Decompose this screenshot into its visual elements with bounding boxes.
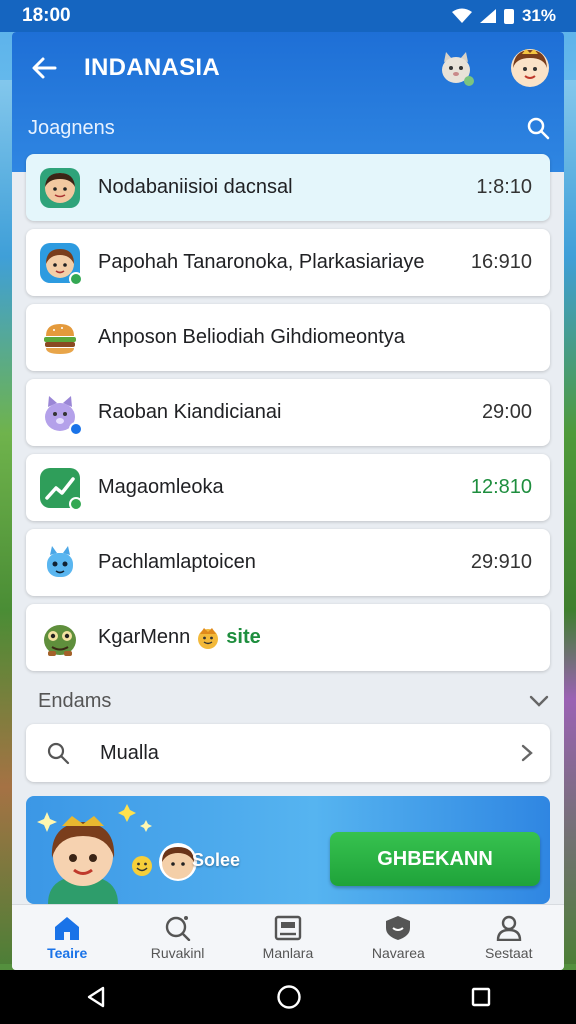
top-bar: INDANASIA <box>12 32 564 104</box>
status-icons: 31% <box>451 6 556 26</box>
section-title: Endams <box>38 689 112 712</box>
recents-square-icon[interactable] <box>470 986 492 1008</box>
search-label: Mualla <box>100 741 159 764</box>
app-window: INDANASIA Joagnens Nodabaniisioi dacnsal… <box>12 32 564 970</box>
back-button[interactable] <box>26 50 62 86</box>
list-item-label: Pachlamlaptoicen <box>98 551 256 573</box>
nav-item-home[interactable]: Teaire <box>17 915 117 961</box>
search-icon <box>47 742 70 765</box>
nav-label: Teaire <box>47 944 88 961</box>
app-title: INDANASIA <box>84 54 221 81</box>
status-bar: 18:00 31% <box>0 0 576 32</box>
conversation-list: Nodabaniisioi dacnsal 1:8:10 Papohah Tan… <box>26 154 550 679</box>
promo-banner[interactable]: Solee GHBEKANN <box>26 796 550 904</box>
status-badge <box>69 421 83 436</box>
character-illustration <box>48 816 118 904</box>
promo-text: Solee <box>192 850 241 870</box>
person-icon <box>496 915 521 941</box>
avatar-icon <box>40 242 83 286</box>
chevron-right-icon <box>521 744 533 762</box>
search-icon <box>165 915 190 941</box>
promo-action-button[interactable]: GHBEKANN <box>330 832 540 886</box>
burger-icon <box>40 318 80 358</box>
home-icon <box>55 916 80 940</box>
nav-item-shield[interactable]: Navarea <box>348 915 448 961</box>
shield-icon <box>386 915 411 940</box>
cat-icon <box>442 52 474 86</box>
online-badge <box>69 496 83 511</box>
chart-icon <box>40 467 83 511</box>
list-item-label: Anposon Beliodiah Gihdiomeontya <box>98 326 405 348</box>
nav-item-gallery[interactable]: Manlara <box>238 915 338 961</box>
search-row[interactable]: Mualla <box>26 724 550 782</box>
list-item-time: 29:00 <box>481 401 532 423</box>
site-tag-label: site <box>226 626 261 648</box>
nav-label: Navarea <box>371 944 425 961</box>
profile-avatar[interactable] <box>510 48 550 88</box>
list-item[interactable]: Raoban Kiandicianai 29:00 <box>26 379 550 446</box>
jungle-backdrop-right <box>562 80 576 964</box>
monster-icon <box>40 618 80 658</box>
section-label: Joagnens <box>28 116 115 139</box>
avatar-icon <box>511 49 549 87</box>
list-item-label: Nodabaniisioi dacnsal <box>98 176 293 198</box>
list-item-label: Magaomleoka <box>98 476 224 498</box>
arrow-left-icon <box>32 57 57 79</box>
avatar-icon <box>40 167 80 208</box>
pet-avatar[interactable] <box>436 48 476 88</box>
back-triangle-icon[interactable] <box>84 985 108 1009</box>
list-item[interactable]: Pachlamlaptoicen 29:910 <box>26 529 550 596</box>
list-item-label: KgarMenn <box>98 626 191 648</box>
nav-label: Sestaat <box>485 944 533 961</box>
bot-icon <box>40 543 80 583</box>
status-time: 18:00 <box>22 5 71 26</box>
list-item-time: 12:810 <box>470 476 532 498</box>
smiley-icon <box>132 856 152 876</box>
section-header[interactable]: Endams <box>38 684 550 718</box>
nav-item-profile[interactable]: Sestaat <box>459 915 559 961</box>
battery-level: 31% <box>521 6 556 25</box>
system-nav-bar <box>0 970 576 1024</box>
list-item-label: Papohah Tanaronoka, Plarkasiariaye <box>98 251 425 273</box>
list-item-time: 29:910 <box>470 551 532 573</box>
nav-label: Manlara <box>262 944 314 961</box>
chevron-down-icon[interactable] <box>528 693 550 709</box>
wifi-icon <box>451 8 472 23</box>
online-badge <box>69 271 83 286</box>
cat-icon <box>40 393 83 436</box>
app-header: INDANASIA Joagnens <box>12 32 564 172</box>
list-item[interactable]: KgarMenn site <box>26 604 550 671</box>
list-item-time: 16:910 <box>470 251 532 273</box>
list-item[interactable]: Papohah Tanaronoka, Plarkasiariaye 16:91… <box>26 229 550 296</box>
list-item[interactable]: Anposon Beliodiah Gihdiomeontya <box>26 304 550 371</box>
nav-item-search[interactable]: Ruvakinl <box>128 915 228 961</box>
search-icon[interactable] <box>526 116 550 140</box>
bottom-nav: Teaire Ruvakinl Manlara Navarea Sestaat <box>12 904 564 970</box>
gallery-icon <box>274 915 302 940</box>
site-tag: site <box>196 626 261 650</box>
list-item-label: Raoban Kiandicianai <box>98 401 282 423</box>
list-item[interactable]: Magaomleoka 12:810 <box>26 454 550 521</box>
home-circle-icon[interactable] <box>276 984 302 1010</box>
smiley-icon <box>198 627 219 649</box>
signal-icon <box>479 9 496 23</box>
list-item-time: 1:8:10 <box>476 176 532 198</box>
list-item[interactable]: Nodabaniisioi dacnsal 1:8:10 <box>26 154 550 221</box>
battery-icon <box>503 8 514 24</box>
sub-bar: Joagnens <box>12 104 564 152</box>
nav-label: Ruvakinl <box>150 944 205 961</box>
